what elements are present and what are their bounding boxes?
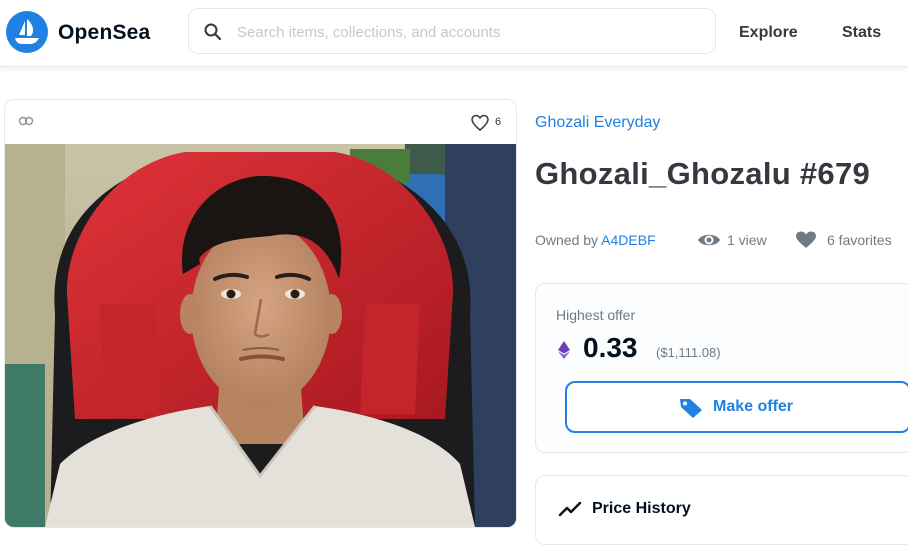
item-image-card: 6: [4, 99, 517, 528]
eye-icon: [698, 234, 720, 246]
top-navigation-bar: OpenSea Explore Stats: [0, 0, 908, 67]
item-title: Ghozali_Ghozalu #679: [535, 156, 871, 191]
offer-panel: Highest offer 0.33 ($1,111.08) Make offe…: [535, 283, 908, 453]
views-count: 1 view: [727, 232, 767, 248]
collection-link[interactable]: Ghozali Everyday: [535, 114, 660, 132]
favorites-count-label: 6 favorites: [827, 232, 892, 248]
item-meta-row: Owned by A4DEBF 1 view 6 favorites: [535, 231, 892, 248]
make-offer-button[interactable]: Make offer: [565, 381, 908, 433]
brand-name[interactable]: OpenSea: [58, 21, 150, 45]
eth-icon: [558, 341, 570, 359]
tag-icon: [680, 399, 702, 418]
owned-by-label: Owned by A4DEBF: [535, 232, 656, 248]
favorite-heart-icon[interactable]: [470, 114, 490, 132]
owner-link[interactable]: A4DEBF: [601, 232, 655, 248]
opensea-logo-icon[interactable]: [6, 11, 48, 53]
chain-link-icon[interactable]: [18, 114, 34, 128]
search-input[interactable]: [235, 19, 699, 45]
highest-offer-usd: ($1,111.08): [656, 345, 721, 360]
nav-stats-link[interactable]: Stats: [842, 24, 881, 42]
highest-offer-price: 0.33: [583, 332, 638, 363]
highest-offer-label: Highest offer: [556, 307, 636, 323]
favorites-count: 6: [495, 116, 502, 128]
nft-image[interactable]: [5, 144, 516, 527]
search-icon: [204, 23, 222, 41]
trending-line-icon: [558, 501, 582, 517]
price-history-label: Price History: [592, 500, 691, 517]
make-offer-label: Make offer: [713, 398, 794, 415]
favorites-heart-icon: [796, 231, 816, 248]
item-card-header: 6: [5, 100, 516, 144]
search-bar[interactable]: [188, 8, 716, 54]
price-history-panel[interactable]: Price History: [535, 475, 908, 545]
nav-explore-link[interactable]: Explore: [739, 24, 798, 42]
